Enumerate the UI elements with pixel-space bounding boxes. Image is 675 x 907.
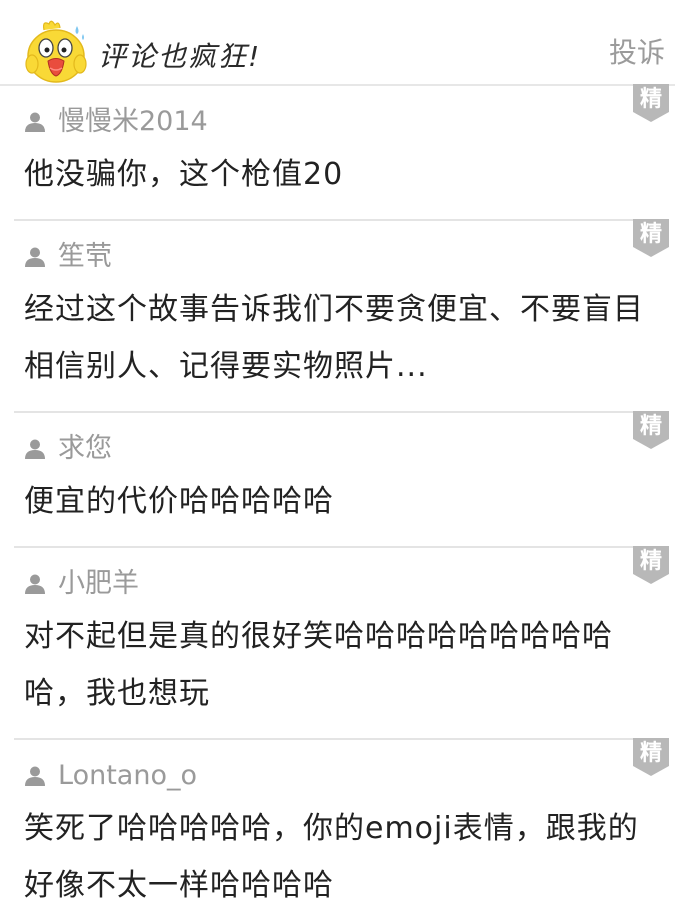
mascot-chick-icon bbox=[25, 20, 87, 83]
featured-badge: 精 bbox=[633, 84, 669, 122]
featured-badge-label: 精 bbox=[639, 414, 662, 439]
comment-username[interactable]: 慢慢米2014 bbox=[58, 105, 208, 139]
comment-text: 笑死了哈哈哈哈哈，你的emoji表情，跟我的好像不太一样哈哈哈哈 bbox=[24, 811, 639, 903]
comment-item: 精 慢慢米2014 他没骗你，这个枪值20 bbox=[14, 84, 669, 221]
comment-item: 精 笙茕 经过这个故事告诉我们不要贪便宜、不要盲目相信别人、记得要实物照片... bbox=[14, 219, 669, 413]
comment-username[interactable]: 求您 bbox=[58, 432, 112, 466]
comment-text: 便宜的代价哈哈哈哈哈 bbox=[24, 484, 334, 519]
comment-username[interactable]: Lontano_o bbox=[58, 759, 197, 793]
user-icon bbox=[25, 574, 45, 594]
comment-list: 精 慢慢米2014 他没骗你，这个枪值20 精 笙茕 经过这个故事告诉我们不要贪… bbox=[0, 84, 675, 907]
comment-text: 经过这个故事告诉我们不要贪便宜、不要盲目相信别人、记得要实物照片... bbox=[24, 292, 644, 384]
featured-badge-label: 精 bbox=[639, 549, 662, 574]
report-button[interactable]: 投诉 bbox=[609, 35, 665, 71]
comment-text: 对不起但是真的很好笑哈哈哈哈哈哈哈哈哈哈，我也想玩 bbox=[24, 619, 613, 711]
featured-badge-label: 精 bbox=[639, 741, 662, 766]
featured-badge-label: 精 bbox=[639, 222, 662, 247]
comment-user-row: Lontano_o bbox=[24, 740, 659, 796]
featured-badge: 精 bbox=[633, 546, 669, 584]
comment-user-row: 慢慢米2014 bbox=[24, 86, 659, 142]
comment-item: 精 小肥羊 对不起但是真的很好笑哈哈哈哈哈哈哈哈哈哈，我也想玩 bbox=[14, 546, 669, 740]
comment-username[interactable]: 笙茕 bbox=[58, 240, 112, 274]
featured-badge-label: 精 bbox=[639, 87, 662, 112]
featured-badge: 精 bbox=[633, 738, 669, 776]
featured-badge: 精 bbox=[633, 411, 669, 449]
comment-user-row: 求您 bbox=[24, 413, 659, 469]
comment-username[interactable]: 小肥羊 bbox=[58, 567, 139, 601]
comment-user-row: 笙茕 bbox=[24, 221, 659, 277]
comments-page: 评论也疯狂! 投诉 精 慢慢米2014 他没骗你，这个枪值20 精 笙茕 经过这… bbox=[0, 0, 675, 907]
user-icon bbox=[25, 766, 45, 786]
header: 评论也疯狂! 投诉 bbox=[0, 0, 675, 86]
page-title: 评论也疯狂! bbox=[98, 40, 262, 73]
user-icon bbox=[25, 247, 45, 267]
comment-item: 精 Lontano_o 笑死了哈哈哈哈哈，你的emoji表情，跟我的好像不太一样… bbox=[14, 738, 669, 907]
user-icon bbox=[25, 439, 45, 459]
user-icon bbox=[25, 112, 45, 132]
comment-text: 他没骗你，这个枪值20 bbox=[24, 157, 344, 192]
featured-badge: 精 bbox=[633, 219, 669, 257]
comment-user-row: 小肥羊 bbox=[24, 548, 659, 604]
comment-item: 精 求您 便宜的代价哈哈哈哈哈 bbox=[14, 411, 669, 548]
